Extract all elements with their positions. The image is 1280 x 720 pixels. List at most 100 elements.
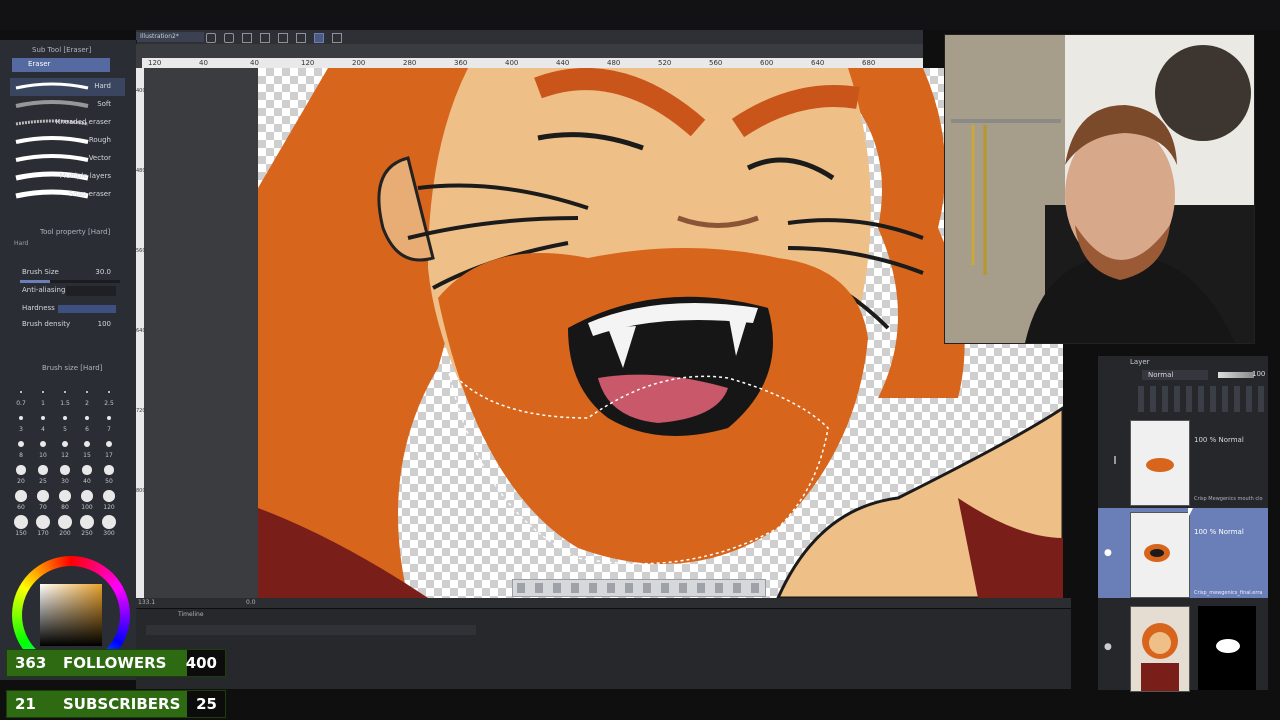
brush-density-value[interactable]: 100 <box>98 320 111 328</box>
brush-size-value[interactable]: 30.0 <box>95 268 111 276</box>
brush-size-preset[interactable]: 300 <box>98 514 120 540</box>
redo-icon[interactable] <box>224 33 234 43</box>
brush-soft[interactable]: Soft <box>10 96 125 114</box>
brush-size-label: 20 <box>17 478 25 485</box>
layer-clip-icon[interactable] <box>1114 456 1124 464</box>
brush-multiple-layers-label: Multiple layers <box>59 172 111 180</box>
brush-size-preset[interactable]: 10 <box>32 436 54 462</box>
brush-size-preset[interactable]: 20 <box>10 462 32 488</box>
followers-counter: 363 FOLLOWERS 400 <box>6 649 226 677</box>
anti-aliasing-options[interactable] <box>66 286 116 296</box>
brush-size-label: 120 <box>103 504 115 511</box>
brush-rough[interactable]: Rough <box>10 132 125 150</box>
eraser-group-header[interactable]: Eraser <box>12 58 110 72</box>
blend-mode-select[interactable]: Normal <box>1142 370 1208 380</box>
brush-density-row[interactable]: Brush density 100 <box>10 320 125 332</box>
brush-size-tab[interactable]: Brush size [Hard] <box>38 362 106 374</box>
opacity-slider[interactable] <box>1218 372 1254 378</box>
visibility-eye-icon[interactable]: ● <box>1104 548 1112 558</box>
selection-icon[interactable] <box>296 33 306 43</box>
brush-size-preset[interactable]: 40 <box>76 462 98 488</box>
brush-size-dot <box>81 490 93 502</box>
color-square[interactable] <box>40 584 102 646</box>
tool-property-name: Hard <box>14 240 29 247</box>
anti-aliasing-row[interactable]: Anti-aliasing <box>10 286 125 298</box>
brush-size-preset[interactable]: 25 <box>32 462 54 488</box>
layer-row-selected[interactable]: ● 100 % Normal Crisp_mewgenics_final.err… <box>1098 508 1268 598</box>
brush-size-preset[interactable]: 150 <box>10 514 32 540</box>
layer-toolbar[interactable] <box>1138 386 1264 412</box>
brush-size-dot <box>38 465 48 475</box>
brush-size-preset[interactable]: 250 <box>76 514 98 540</box>
brush-size-preset[interactable]: 170 <box>32 514 54 540</box>
brush-size-slider[interactable] <box>20 280 120 283</box>
brush-size-label: 150 <box>15 530 27 537</box>
brush-size-preset[interactable]: 0.7 <box>10 384 32 410</box>
brush-size-dot <box>106 415 112 421</box>
brush-size-preset[interactable]: 60 <box>10 488 32 514</box>
tool-property-tab[interactable]: Tool property [Hard] <box>36 226 114 238</box>
brush-kneaded[interactable]: Kneaded eraser <box>10 114 125 132</box>
hardness-slider[interactable] <box>58 305 116 313</box>
brush-size-preset[interactable]: 2 <box>76 384 98 410</box>
brush-size-row[interactable]: Brush Size 30.0 <box>10 268 125 280</box>
opacity-value[interactable]: 100 <box>1252 370 1265 378</box>
undo-icon[interactable] <box>206 33 216 43</box>
ruler-tick-label: 200 <box>352 59 366 67</box>
brush-size-preset[interactable]: 17 <box>98 436 120 462</box>
brush-size-preset[interactable]: 30 <box>54 462 76 488</box>
canvas-artwork[interactable] <box>258 68 1063 598</box>
brush-size-preset[interactable]: 50 <box>98 462 120 488</box>
layer-row[interactable]: 100 % Normal Crisp Mewgenics mouth clo <box>1098 416 1268 506</box>
brush-vector-label: Vector <box>88 154 111 162</box>
selection-tools[interactable] <box>517 583 761 593</box>
sub-tool-tab[interactable]: Sub Tool [Eraser] <box>28 44 95 56</box>
brush-size-preset[interactable]: 4 <box>32 410 54 436</box>
brush-size-preset[interactable]: 6 <box>76 410 98 436</box>
snap-icon[interactable] <box>314 33 324 43</box>
toolbar-icons <box>206 33 446 43</box>
layer-opacity-mode: 100 % Normal <box>1194 436 1244 444</box>
fill-icon[interactable] <box>260 33 270 43</box>
visibility-eye-icon[interactable]: ● <box>1104 642 1112 652</box>
brush-multiple-layers[interactable]: Multiple layers <box>10 168 125 186</box>
hardness-row[interactable]: Hardness <box>10 304 125 316</box>
brush-size-preset[interactable]: 70 <box>32 488 54 514</box>
transform-icon[interactable] <box>278 33 288 43</box>
brush-size-preset[interactable]: 3 <box>10 410 32 436</box>
brush-hard[interactable]: Hard <box>10 78 125 96</box>
layer-opacity-mode: 100 % Normal <box>1194 528 1244 536</box>
brush-rough-label: Rough <box>88 136 111 144</box>
layer-name[interactable]: Crisp Mewgenics mouth clo <box>1194 496 1263 502</box>
timeline-controls[interactable] <box>146 625 476 635</box>
ruler-tick-label: 480 <box>136 168 146 174</box>
timeline-tab[interactable]: Timeline <box>178 611 204 618</box>
angle-value[interactable]: 0.0 <box>246 599 256 606</box>
ruler-tick-label: 440 <box>556 59 570 67</box>
layer-tab[interactable]: Layer <box>1130 358 1150 366</box>
brush-size-preset[interactable]: 100 <box>76 488 98 514</box>
layer-row[interactable]: ● <box>1098 602 1268 692</box>
document-tab[interactable]: Illustration2* <box>136 32 204 42</box>
brush-size-preset[interactable]: 120 <box>98 488 120 514</box>
brush-size-preset[interactable]: 12 <box>54 436 76 462</box>
brush-size-preset[interactable]: 200 <box>54 514 76 540</box>
mask-shape-icon <box>1216 639 1240 653</box>
brush-size-preset[interactable]: 8 <box>10 436 32 462</box>
brush-size-preset[interactable]: 1.5 <box>54 384 76 410</box>
layer-name[interactable]: Crisp_mewgenics_final.erra <box>1194 590 1262 596</box>
brush-size-preset[interactable]: 15 <box>76 436 98 462</box>
brush-size-preset[interactable]: 80 <box>54 488 76 514</box>
brush-vector[interactable]: Vector <box>10 150 125 168</box>
brush-size-preset[interactable]: 2.5 <box>98 384 120 410</box>
brush-size-label: 80 <box>61 504 69 511</box>
zoom-value[interactable]: 133.1 <box>138 599 155 606</box>
brush-snap[interactable]: Snap eraser <box>10 186 125 204</box>
brush-size-preset[interactable]: 5 <box>54 410 76 436</box>
brush-size-preset[interactable]: 7 <box>98 410 120 436</box>
clear-icon[interactable] <box>242 33 252 43</box>
ruler-icon[interactable] <box>332 33 342 43</box>
canvas-toolbar: Illustration2* <box>136 30 923 44</box>
brush-size-preset[interactable]: 1 <box>32 384 54 410</box>
brush-size-label: Brush Size <box>22 268 59 276</box>
